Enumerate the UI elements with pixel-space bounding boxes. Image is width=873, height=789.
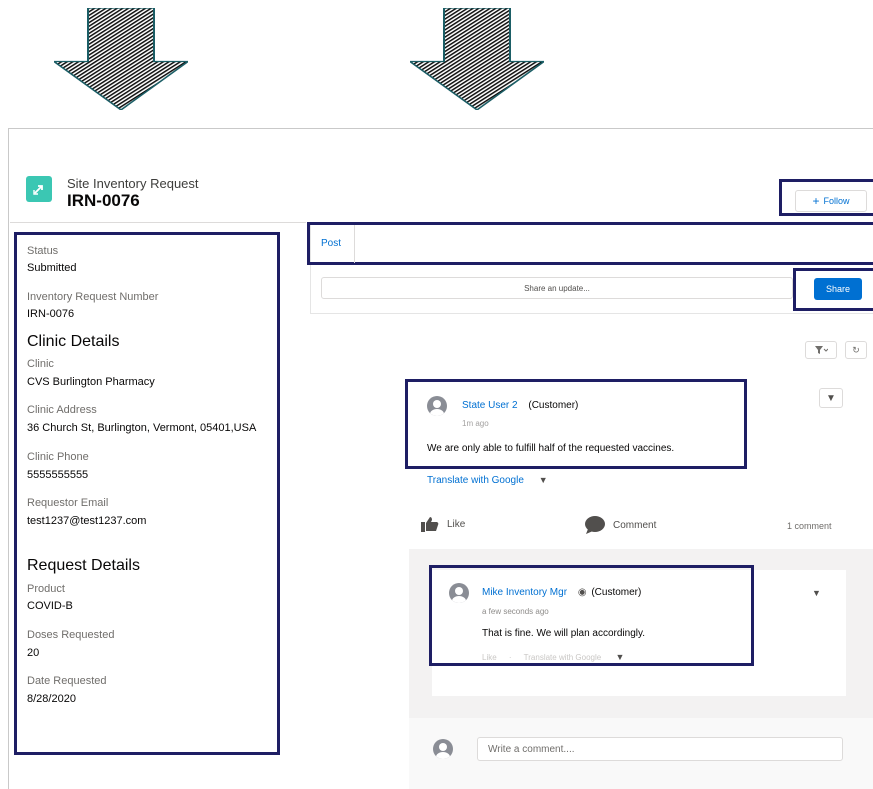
- comment-body: That is fine. We will plan accordingly.: [482, 628, 646, 639]
- comment-header: Mike Inventory Mgr ◉ (Customer): [482, 587, 641, 598]
- doses-requested-value: 20: [27, 647, 40, 659]
- product-label: Product: [27, 583, 65, 595]
- clinic-label: Clinic: [27, 358, 54, 370]
- follow-button-label: Follow: [823, 196, 850, 206]
- refresh-button[interactable]: ↻: [845, 341, 867, 359]
- request-details-heading: Request Details: [27, 557, 140, 574]
- refresh-icon: ↻: [852, 344, 860, 355]
- post-header: State User 2 (Customer): [462, 400, 578, 411]
- comment-avatar: [449, 583, 469, 603]
- current-user-avatar: [433, 739, 453, 759]
- date-requested-value: 8/28/2020: [27, 693, 76, 705]
- chevron-down-icon: ▼: [812, 588, 821, 598]
- clinic-phone-label: Clinic Phone: [27, 451, 89, 463]
- comment-icon: [585, 516, 605, 534]
- follow-button[interactable]: + Follow: [795, 190, 867, 212]
- comment-button[interactable]: Comment: [585, 516, 656, 534]
- tab-divider: [354, 225, 355, 263]
- requestor-email-label: Requestor Email: [27, 497, 109, 509]
- record-title: IRN-0076: [67, 191, 140, 210]
- comment-translate-link[interactable]: Translate with Google: [524, 653, 602, 662]
- post-menu-button[interactable]: ▼: [819, 388, 843, 408]
- avatar: [427, 396, 447, 416]
- object-type-label: Site Inventory Request: [67, 176, 199, 191]
- post-highlight-box: [405, 379, 747, 469]
- comment-label: Comment: [613, 519, 657, 531]
- arrow-down-icon-right: [410, 8, 544, 110]
- arrow-down-icon-left: [54, 8, 188, 110]
- product-value: COVID-B: [27, 600, 73, 612]
- filter-icon: [815, 346, 828, 354]
- like-label: Like: [447, 518, 466, 530]
- post-body: We are only able to fulfill half of the …: [427, 443, 675, 454]
- clinic-details-heading: Clinic Details: [27, 333, 120, 350]
- filter-button[interactable]: [805, 341, 837, 359]
- translate-row: Translate with Google ▼: [427, 475, 548, 486]
- comment-highlight-box: [429, 565, 754, 666]
- chevron-down-icon: ▼: [826, 392, 836, 404]
- comment-actions: Like · Translate with Google ▼: [482, 652, 624, 662]
- share-button[interactable]: Share: [814, 278, 862, 300]
- translate-link[interactable]: Translate with Google: [427, 475, 524, 486]
- irn-label: Inventory Request Number: [27, 291, 159, 303]
- irn-value: IRN-0076: [27, 308, 75, 320]
- status-label: Status: [27, 245, 59, 257]
- doses-requested-label: Doses Requested: [27, 629, 115, 641]
- clinic-value: CVS Burlington Pharmacy: [27, 376, 155, 388]
- write-comment-input[interactable]: Write a comment....: [477, 737, 843, 761]
- comment-count[interactable]: 1 comment: [787, 521, 832, 531]
- post-author-role: (Customer): [528, 400, 579, 411]
- comment-timestamp: a few seconds ago: [482, 607, 549, 616]
- caret-down-icon[interactable]: ▼: [615, 652, 624, 662]
- date-requested-label: Date Requested: [27, 675, 107, 687]
- comment-menu-button[interactable]: ▼: [812, 588, 821, 598]
- clinic-address-value: 36 Church St, Burlington, Vermont, 05401…: [27, 422, 257, 434]
- clinic-phone-value: 5555555555: [27, 469, 89, 481]
- comment-author-role: (Customer): [591, 587, 642, 598]
- inventory-app-icon: [26, 176, 52, 202]
- caret-down-icon[interactable]: ▼: [539, 475, 548, 485]
- status-value: Submitted: [27, 262, 77, 274]
- clinic-address-label: Clinic Address: [27, 404, 97, 416]
- separator-dot: ·: [508, 653, 512, 662]
- thumbs-up-icon: [421, 517, 439, 532]
- requestor-email-value: test1237@test1237.com: [27, 515, 147, 527]
- post-author-link[interactable]: State User 2: [462, 400, 518, 411]
- like-button[interactable]: Like: [421, 516, 465, 532]
- comment-like-link[interactable]: Like: [482, 653, 497, 662]
- post-timestamp: 1m ago: [462, 419, 489, 428]
- plus-icon: +: [812, 194, 820, 208]
- eye-icon: ◉: [577, 587, 587, 598]
- comment-author-link[interactable]: Mike Inventory Mgr: [482, 587, 567, 598]
- tab-post[interactable]: Post: [321, 238, 341, 249]
- post-tab-highlight-box: [307, 222, 873, 265]
- header-divider: [10, 222, 306, 223]
- share-update-input[interactable]: Share an update...: [321, 277, 793, 299]
